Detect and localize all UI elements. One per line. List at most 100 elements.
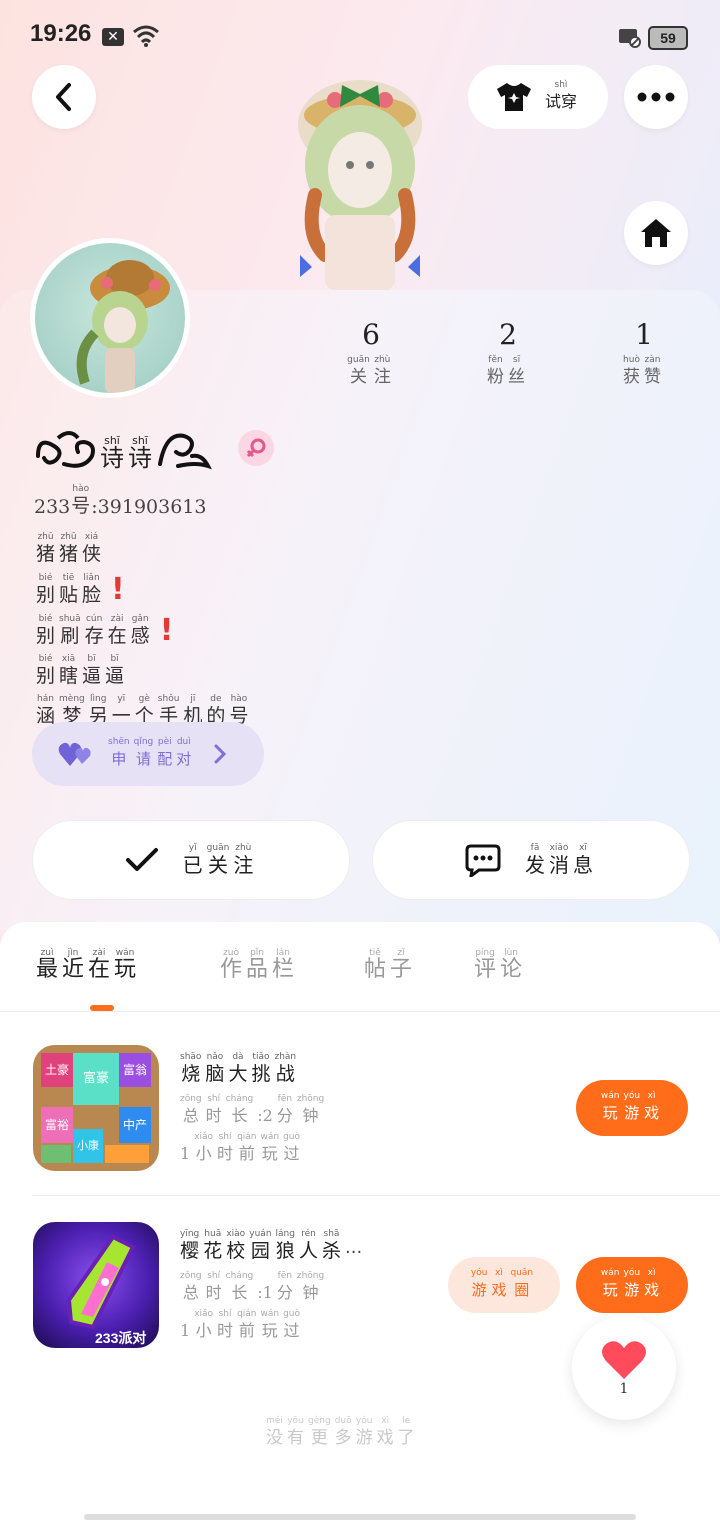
stat-likes[interactable]: 1 huò 获 zàn 赞 bbox=[589, 318, 699, 389]
ruby-char: fā 发 bbox=[525, 843, 545, 877]
try-on-button[interactable]: shì 试穿 bbox=[468, 65, 608, 129]
gender-badge bbox=[238, 430, 274, 466]
ruby-char: wán 玩 bbox=[260, 1132, 280, 1163]
ruby-char: tiě 帖 bbox=[364, 948, 387, 982]
check-icon bbox=[125, 848, 158, 871]
ruby-char: cháng 长 bbox=[225, 1094, 254, 1125]
exclamation-icon: ! bbox=[111, 572, 125, 607]
ruby-char: cún 存 bbox=[84, 614, 104, 647]
ruby-char: 1 bbox=[180, 1321, 191, 1340]
ruby-char: fēn 分 bbox=[276, 1094, 293, 1125]
back-button[interactable] bbox=[32, 65, 96, 129]
chevron-right-icon bbox=[214, 744, 227, 764]
tab-0[interactable]: zuì 最 jìn 近 zài 在 wán 玩 bbox=[36, 948, 140, 982]
ruby-char: xì 戏 bbox=[644, 1091, 660, 1122]
ruby-char: qián 前 bbox=[237, 1309, 257, 1340]
avatar-image bbox=[35, 243, 185, 393]
game-icon-sakura-werewolf: 233派对 bbox=[33, 1222, 159, 1348]
ruby-char: wán 玩 bbox=[600, 1268, 620, 1299]
no-signal-icon bbox=[619, 29, 641, 48]
ruby-char: méi 没 bbox=[266, 1416, 283, 1448]
ruby-char: zǒng 总 bbox=[180, 1094, 202, 1125]
tab-3[interactable]: píng 评 lùn 论 bbox=[474, 948, 526, 982]
ruby-char: zài 在 bbox=[107, 614, 127, 647]
ruby-char: hán 涵 bbox=[36, 694, 56, 727]
ruby-char: le 了 bbox=[397, 1416, 415, 1448]
name-flourish-left-icon bbox=[36, 431, 95, 468]
username: shī 诗 shī 诗 bbox=[34, 426, 212, 470]
ruby-char: zǒng 总 bbox=[180, 1271, 202, 1302]
ruby-char: yīng 樱 bbox=[180, 1229, 200, 1262]
play-game-button[interactable]: wán 玩 yóu 游 xì 戏 bbox=[576, 1257, 688, 1313]
ruby-char: guān 关 bbox=[206, 843, 230, 877]
ruby-char: yuán 园 bbox=[249, 1229, 272, 1262]
ruby-char: zhōng 钟 bbox=[296, 1271, 325, 1302]
exclamation-icon: ! bbox=[159, 613, 174, 648]
female-icon bbox=[246, 438, 266, 458]
game-title: shāo 烧 nǎo 脑 dà 大 tiǎo 挑 zhàn 战 bbox=[180, 1052, 300, 1086]
ruby-char: xiā 瞎 bbox=[59, 654, 79, 687]
bio-line: zhū 猪 zhū 猪 xiá 侠 bbox=[36, 532, 252, 566]
close-notification-icon: ✕ bbox=[102, 28, 124, 46]
like-floating-button[interactable]: 1 bbox=[572, 1316, 676, 1420]
ruby-char: yóu 游 bbox=[623, 1268, 641, 1299]
home-button[interactable] bbox=[624, 201, 688, 265]
ruby-char: qǐng 请 bbox=[133, 737, 154, 768]
ruby-char: huā 花 bbox=[203, 1229, 223, 1262]
bio-line: bié 别 shuā 刷 cún 存 zài 在 gǎn 感! bbox=[36, 613, 252, 648]
game-circle-button[interactable]: yóu 游 xì 戏 quān 圈 bbox=[448, 1257, 560, 1313]
ruby-char: shí 时 bbox=[205, 1094, 222, 1125]
send-message-button[interactable]: fā 发 xiāo 消 xī 息 bbox=[372, 820, 690, 900]
followed-button[interactable]: yǐ 已 guān 关 zhù 注 bbox=[32, 820, 350, 900]
ruby-char: 1 bbox=[180, 1144, 191, 1163]
ruby-char: zuì 最 bbox=[36, 948, 59, 982]
ruby-char: wán 玩 bbox=[600, 1091, 620, 1122]
game-duration: zǒng 总 shí 时 cháng 长:2 fēn 分 zhōng 钟 bbox=[180, 1094, 328, 1128]
ruby-char: zhōng 钟 bbox=[296, 1094, 325, 1125]
divider bbox=[0, 1011, 720, 1012]
bio-line: bié 别 tiē 贴 liǎn 脸! bbox=[36, 572, 252, 607]
stat-following[interactable]: 6 guān 关 zhù 注 bbox=[316, 318, 426, 389]
ruby-char: shí 时 bbox=[205, 1271, 222, 1302]
tab-1[interactable]: zuò 作 pǐn 品 lán 栏 bbox=[220, 948, 298, 982]
more-options-button[interactable] bbox=[624, 65, 688, 129]
ruby-char: shēn 申 bbox=[108, 737, 130, 768]
avatar[interactable] bbox=[30, 238, 190, 398]
ruby-char: quān 圈 bbox=[510, 1268, 534, 1299]
double-heart-icon bbox=[58, 742, 91, 766]
ruby-char: zhàn 战 bbox=[274, 1052, 297, 1085]
user-id[interactable]: 233 hào 号 :391903613 bbox=[34, 484, 206, 518]
ruby-char: xī 息 bbox=[573, 843, 593, 877]
ruby-char: shuā 刷 bbox=[59, 614, 81, 647]
ruby-char: xì 戏 bbox=[491, 1268, 507, 1299]
tab-bar: zuì 最 jìn 近 zài 在 wán 玩 zuò 作 pǐn 品 lán 栏 tiě 帖 zǐ 子 píng 评… bbox=[36, 948, 716, 998]
ruby-char: xì 戏 bbox=[376, 1416, 394, 1448]
ruby-char: xì 戏 bbox=[644, 1268, 660, 1299]
stat-fans[interactable]: 2 fěn 粉 sī 丝 bbox=[453, 318, 563, 389]
ruby-char: yǒu 有 bbox=[287, 1416, 304, 1448]
ruby-char: zhū 猪 bbox=[36, 532, 56, 565]
ruby-char: zài 在 bbox=[88, 948, 111, 982]
ruby-char: qián 前 bbox=[237, 1132, 257, 1163]
ruby-char: jìn 近 bbox=[62, 948, 85, 982]
ruby-char: láng 狼 bbox=[275, 1229, 295, 1262]
like-count: 1 bbox=[619, 1381, 629, 1397]
shirt-icon bbox=[496, 83, 531, 111]
name-flourish-right-icon bbox=[158, 433, 212, 470]
ruby-char: lùn 论 bbox=[500, 948, 523, 982]
ruby-char: tiǎo 挑 bbox=[251, 1052, 271, 1085]
ruby-char: zuò 作 bbox=[220, 948, 243, 982]
ruby-char: zǐ 子 bbox=[390, 948, 413, 982]
ruby-char: liǎn 脸 bbox=[82, 573, 102, 606]
ruby-char: shā 杀 bbox=[321, 1229, 341, 1262]
play-game-button[interactable]: wán 玩 yóu 游 xì 戏 bbox=[576, 1080, 688, 1136]
tab-2[interactable]: tiě 帖 zǐ 子 bbox=[364, 948, 416, 982]
ruby-char: gèng 更 bbox=[308, 1416, 331, 1448]
character-model-image bbox=[298, 80, 422, 290]
apply-pair-button[interactable]: shēn 申 qǐng 请 pèi 配 duì 对 bbox=[32, 722, 264, 786]
ruby-char: zhù 注 bbox=[233, 843, 254, 877]
bio-line: bié 别 xiā 瞎 bī 逼 bī 逼 bbox=[36, 654, 252, 688]
battery-indicator: 59 bbox=[648, 26, 688, 50]
ruby-char: xiǎo 小 bbox=[194, 1309, 214, 1340]
game-row[interactable]: 土豪 富豪 富翁 富裕 中产 小康 shāo 烧 nǎo 脑 dà 大 tiǎo 挑 zhàn 战… bbox=[0, 1040, 720, 1180]
